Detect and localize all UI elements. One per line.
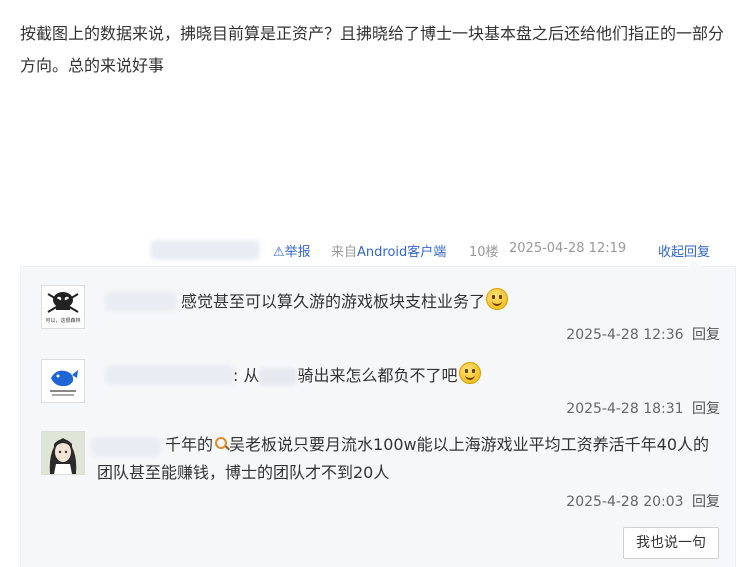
reply-meta: 2025-4-28 20:03 回复 — [566, 491, 720, 511]
reply-username-redacted — [105, 365, 235, 385]
reply-time: 2025-4-28 18:31 — [566, 401, 684, 417]
smile-emoji-icon — [458, 362, 481, 384]
anime-girl-avatar-icon — [42, 432, 84, 474]
say-something-button[interactable]: 我也说一句 — [623, 527, 719, 559]
reply-list: 可以，这很森林 感觉甚至可以算久游的游戏板块支柱业务了 2025-4-28 12… — [20, 260, 736, 567]
report-link[interactable]: ⚠举报 — [273, 241, 311, 260]
reply-box-arrow — [687, 260, 701, 267]
client-prefix: 来自 — [331, 245, 358, 260]
reply-time: 2025-4-28 20:03 — [566, 494, 684, 510]
avatar[interactable]: 可以，这很森林 — [41, 285, 85, 329]
redacted-inline-text — [259, 367, 298, 386]
client-name-link[interactable]: Android客户端 — [357, 245, 446, 260]
smile-tongue-emoji-icon — [486, 288, 509, 310]
reply-meta: 2025-4-28 12:36 回复 — [566, 324, 720, 344]
reply-content: : 从 骑出来怎么都负不了吧 — [233, 362, 481, 390]
reply-content: 感觉甚至可以算久游的游戏板块支柱业务了 — [181, 288, 509, 316]
avatar-caption: 可以，这很森林 — [45, 318, 81, 324]
reply-text: 感觉甚至可以算久游的游戏板块支柱业务了 — [181, 292, 486, 311]
reply-text-suffix: 骑出来怎么都负不了吧 — [297, 366, 458, 385]
avatar[interactable] — [41, 431, 85, 475]
avatar[interactable] — [41, 359, 85, 403]
username-redacted — [150, 240, 260, 260]
post-meta-bar: ⚠举报 来自Android客户端 10楼 2025-04-28 12:19 收起… — [0, 236, 745, 264]
post-timestamp: 2025-04-28 12:19 — [509, 241, 627, 256]
floor-number: 10楼 — [469, 245, 499, 260]
reply-button[interactable]: 回复 — [692, 494, 720, 510]
collapse-replies-link[interactable]: 收起回复 — [658, 241, 710, 260]
reply-text-a: 千年的 — [165, 435, 214, 454]
reply-time: 2025-4-28 12:36 — [566, 327, 684, 343]
reply-text-prefix: : 从 — [233, 366, 260, 385]
reply-button[interactable]: 回复 — [692, 327, 720, 343]
reply-content: 千年的 吴老板说只要月流水100w能以上海游戏业平均工资养活千年40人的团队甚至能… — [97, 431, 717, 487]
whale-avatar-icon — [42, 360, 84, 402]
magnifier-emoji-icon — [215, 437, 228, 449]
reply-button[interactable]: 回复 — [692, 401, 720, 417]
client-source: 来自Android客户端 — [331, 241, 446, 260]
post-content: 按截图上的数据来说，拂晓目前算是正资产？且拂晓给了博士一块基本盘之后还给他们指正… — [20, 24, 725, 75]
reply-username-redacted — [105, 291, 177, 311]
reply-meta: 2025-4-28 18:31 回复 — [566, 398, 720, 418]
